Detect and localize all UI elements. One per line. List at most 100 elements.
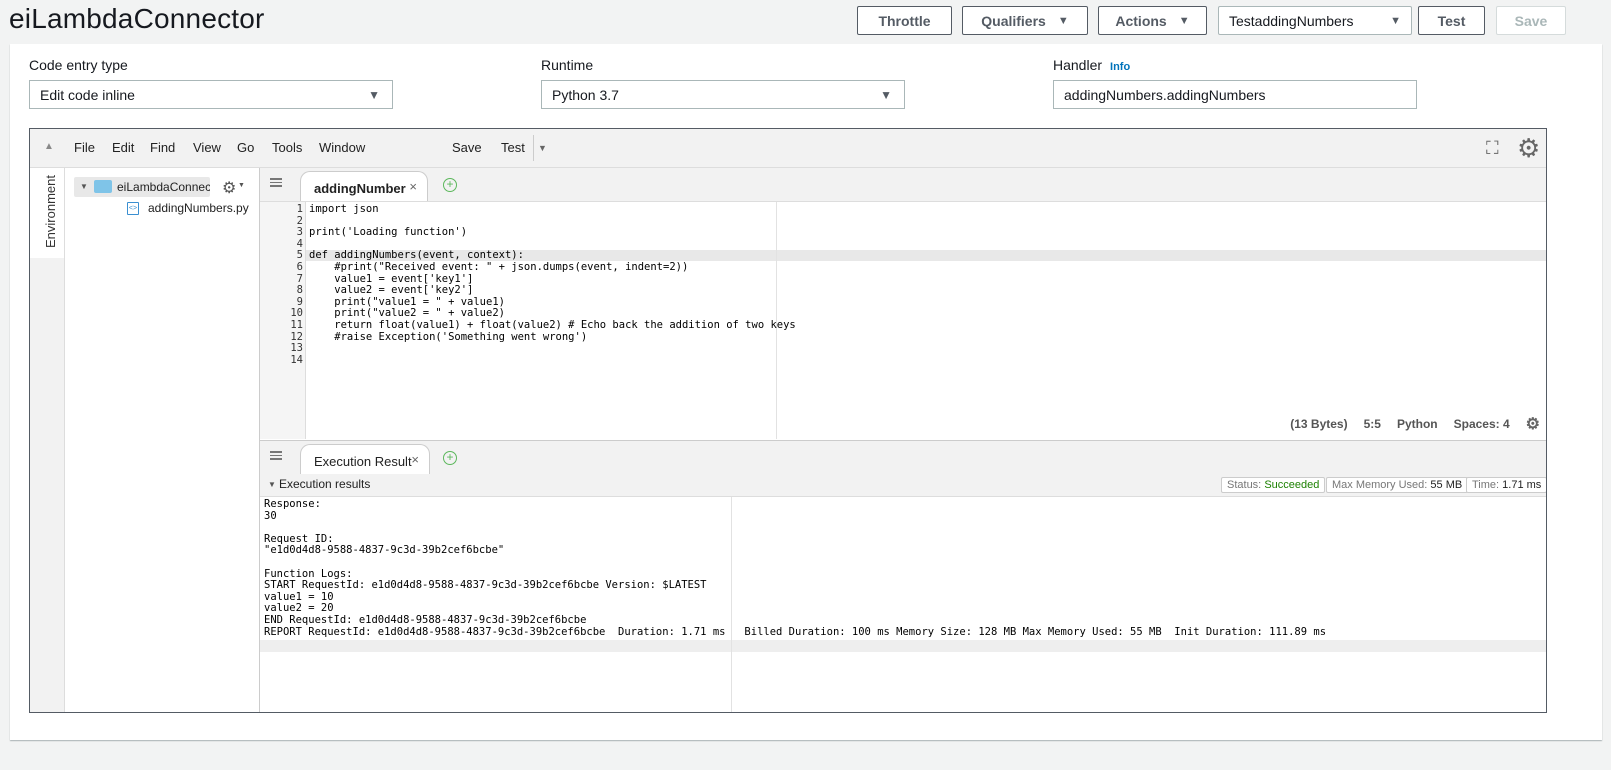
line-number: 7 [296,272,303,285]
top-bar: eiLambdaConnector Throttle Qualifiers ▼ … [0,0,1611,44]
tab-menu-icon[interactable] [270,451,282,460]
execution-output[interactable]: Response: 30 Request ID: "e1d0d4d8-9588-483… [260,497,1546,712]
test-event-value: TestaddingNumbers [1229,12,1354,29]
cloud9-editor: ▲ File Edit Find View Go Tools Window Sa… [29,128,1547,713]
handler-input[interactable] [1053,80,1417,109]
qualifiers-label: Qualifiers [981,12,1046,29]
tree-settings-gear-icon[interactable]: ⚙ [222,178,236,198]
code-line: return float(value1) + float(value2) # E… [309,319,796,331]
save-button[interactable]: Save [1496,6,1566,35]
memory-badge: Max Memory Used: 55 MB [1326,477,1469,493]
fullscreen-icon[interactable]: ⛶ [1486,138,1499,159]
code-editor[interactable]: 1 2 3 4 5 6 7 8 9 10 11 12 13 14 import json print('Lo… [260,202,1546,439]
menu-tools[interactable]: Tools [272,140,302,155]
editor-tab-addingnumbers[interactable]: addingNumbers.py × [300,171,428,201]
code-line: value1 = event['key1'] [309,272,474,285]
qualifiers-button[interactable]: Qualifiers ▼ [962,6,1088,35]
output-line: START RequestId: e1d0d4d8-9588-4837-9c3d… [264,579,707,592]
code-entry-type-label: Code entry type [29,57,128,73]
gear-icon[interactable]: ⚙ [1517,133,1540,164]
add-tab-icon[interactable]: + [443,451,457,465]
editor-tab-label: addingNumbers.py [314,181,406,196]
menu-window[interactable]: Window [319,140,365,155]
line-number: 9 [296,295,303,308]
line-number: 4 [296,237,303,250]
tree-root-folder[interactable]: ▼ eiLambdaConnector [74,177,210,197]
runtime-select[interactable]: Python 3.7 ▼ [541,80,905,109]
menu-divider [533,135,534,161]
caret-down-icon: ▼ [1390,15,1401,27]
test-button[interactable]: Test [1418,6,1485,35]
execution-result-tab[interactable]: Execution Result × [300,444,430,474]
actions-button[interactable]: Actions ▼ [1098,6,1207,35]
caret-down-icon[interactable]: ▼ [538,143,547,153]
time-badge-value: 1.71 ms [1502,479,1542,491]
output-line: Function Logs: [264,567,353,580]
line-number: 11 [290,319,303,331]
close-icon[interactable]: × [411,452,419,467]
throttle-button[interactable]: Throttle [857,6,952,35]
output-line: value1 = 10 [264,590,334,603]
menu-find[interactable]: Find [150,140,175,155]
editor-status-bar: (13 Bytes) 5:5 Python Spaces: 4 ⚙ [1290,414,1540,434]
function-code-panel: Code entry type Edit code inline ▼ Runti… [10,44,1602,740]
code-entry-type-value: Edit code inline [40,86,135,103]
output-line: Response: [264,498,321,510]
gear-icon[interactable]: ⚙ [1526,414,1540,434]
line-number: 2 [296,214,303,227]
time-badge: Time: 1.71 ms [1466,477,1546,493]
caret-down-icon: ▼ [1178,14,1190,27]
line-number: 6 [296,261,303,273]
status-cursor[interactable]: 5:5 [1364,417,1381,431]
caret-down-icon[interactable]: ▼ [238,182,245,189]
menu-file[interactable]: File [74,140,95,155]
menu-view[interactable]: View [193,140,221,155]
tab-menu-icon[interactable] [270,178,282,187]
menu-save[interactable]: Save [452,140,482,155]
code-line: #raise Exception('Something went wrong') [309,330,588,343]
status-badge-value: Succeeded [1264,479,1320,491]
code-line: print("value1 = " + value1) [309,295,505,308]
line-number: 1 [296,203,303,215]
status-language[interactable]: Python [1397,417,1438,431]
code-line: print("value2 = " + value2) [309,307,505,320]
code-entry-type-select[interactable]: Edit code inline ▼ [29,80,393,109]
execution-results-title: Execution results [279,477,371,491]
code-line: def addingNumbers(event, context): [309,249,524,262]
actions-label: Actions [1115,12,1167,29]
status-spaces[interactable]: Spaces: 4 [1454,417,1510,431]
file-tree: ▼ eiLambdaConnector ⚙ ▼ <> addingNumbers… [65,168,260,712]
line-number: 3 [296,226,303,239]
python-file-icon: <> [127,202,139,215]
left-strip [30,258,65,712]
ide-menu-bar: ▲ File Edit Find View Go Tools Window Sa… [30,129,1546,168]
close-icon[interactable]: × [409,179,417,194]
line-number: 8 [296,284,303,297]
line-number: 10 [290,307,303,320]
line-number: 12 [290,330,303,343]
menu-test[interactable]: Test [501,140,525,155]
print-margin [731,497,732,712]
add-tab-icon[interactable]: + [443,178,457,192]
expand-arrow-icon[interactable]: ▼ [80,182,88,191]
tree-root-name: eiLambdaConnector [117,180,210,194]
environment-tab[interactable]: Environment [30,168,65,258]
menu-edit[interactable]: Edit [112,140,134,155]
code-line: #print("Received event: " + json.dumps(e… [309,261,689,273]
save-label: Save [1514,12,1548,29]
function-title: eiLambdaConnector [9,3,265,34]
line-number: 5 [296,249,303,262]
test-event-select[interactable]: TestaddingNumbers ▼ [1218,6,1412,35]
collapse-arrow-icon[interactable]: ▼ [268,480,276,489]
menu-go[interactable]: Go [237,140,254,155]
collapse-icon[interactable]: ▲ [44,141,54,152]
status-bytes: (13 Bytes) [1290,417,1348,431]
execution-results-header[interactable]: ▼ Execution results Status: Succeeded Ma… [260,474,1546,497]
caret-down-icon: ▼ [1057,14,1069,27]
output-tab-bar: Execution Result × + [260,440,1546,475]
throttle-label: Throttle [878,12,931,29]
handler-info-link[interactable]: Info [1110,61,1130,73]
editor-tab-bar: addingNumbers.py × + [260,168,1546,202]
memory-badge-label: Max Memory Used: [1332,479,1428,491]
output-cursor-line [260,640,1546,652]
